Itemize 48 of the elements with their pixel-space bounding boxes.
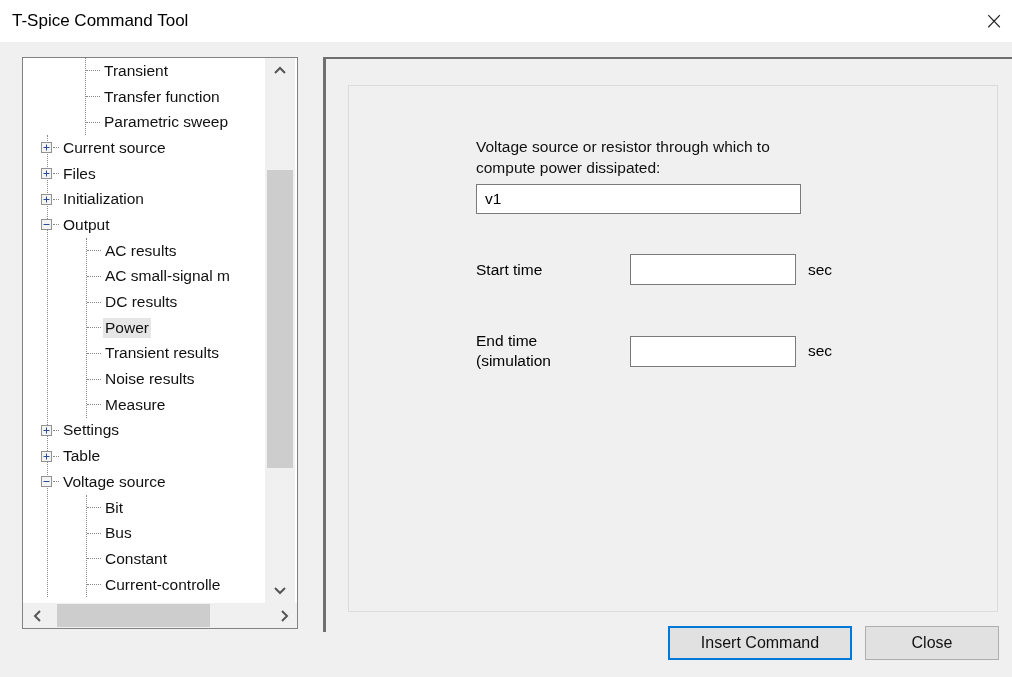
expander-icon[interactable] xyxy=(41,476,52,488)
tree-item[interactable]: Bit xyxy=(103,497,126,518)
scroll-left-icon[interactable] xyxy=(33,609,41,622)
close-button[interactable]: × xyxy=(975,7,1012,35)
scroll-up-icon[interactable] xyxy=(274,66,286,74)
scroll-right-icon[interactable] xyxy=(281,609,289,622)
tree-item[interactable]: Files xyxy=(61,163,98,184)
tree-item[interactable]: Current-controlle xyxy=(103,574,223,595)
tree-item[interactable]: Table xyxy=(61,446,103,467)
tree-item[interactable]: Transient results xyxy=(103,343,221,364)
tree-item[interactable]: AC results xyxy=(103,240,179,261)
tree-item[interactable]: Transfer function xyxy=(102,86,222,107)
time-field[interactable] xyxy=(630,335,796,367)
expander-icon[interactable] xyxy=(41,193,52,205)
tree-item[interactable]: Measure xyxy=(103,394,168,415)
vertical-scrollbar[interactable] xyxy=(265,58,295,603)
expander-icon[interactable] xyxy=(41,219,52,231)
expander-icon[interactable] xyxy=(41,142,52,154)
unit-label: sec xyxy=(808,260,833,279)
tree-item[interactable]: Voltage source xyxy=(61,471,168,492)
scrollbar-thumb[interactable] xyxy=(267,170,293,468)
tree-item[interactable]: Transient xyxy=(102,60,171,81)
window-title: T-Spice Command Tool xyxy=(12,11,189,31)
tree-item[interactable]: Bus xyxy=(103,523,134,544)
scrollbar-thumb[interactable] xyxy=(57,604,210,627)
tree-item[interactable]: Constant xyxy=(103,548,170,569)
tree-item[interactable]: Noise results xyxy=(103,369,197,390)
scroll-down-icon[interactable] xyxy=(274,587,286,595)
tree-item[interactable]: Current source xyxy=(61,137,168,158)
tree-item[interactable]: Settings xyxy=(61,420,121,441)
tree-item[interactable]: DC results xyxy=(103,292,180,313)
expander-icon[interactable] xyxy=(41,168,52,180)
expander-icon[interactable] xyxy=(41,424,52,436)
time-field[interactable] xyxy=(630,254,796,285)
unit-label: sec xyxy=(808,342,833,360)
horizontal-scrollbar[interactable] xyxy=(23,603,297,628)
close-dialog-button[interactable]: Close xyxy=(865,626,999,660)
insert-button[interactable]: Insert Command xyxy=(668,626,852,660)
source-field[interactable]: v1 xyxy=(476,184,801,214)
tree-item[interactable]: Output xyxy=(61,214,112,235)
expander-icon[interactable] xyxy=(41,450,52,462)
field-label: End time (simulation xyxy=(476,331,552,371)
tree-item[interactable]: Initialization xyxy=(61,189,146,210)
tree-item[interactable]: AC small-signal m xyxy=(103,266,232,287)
field-label: Start time xyxy=(476,259,544,280)
tree-item[interactable]: Power xyxy=(103,317,151,338)
tree-item[interactable]: Parametric sweep xyxy=(102,112,231,133)
source-label: Voltage source or resistor through which to compute power dissipated: xyxy=(476,137,771,178)
